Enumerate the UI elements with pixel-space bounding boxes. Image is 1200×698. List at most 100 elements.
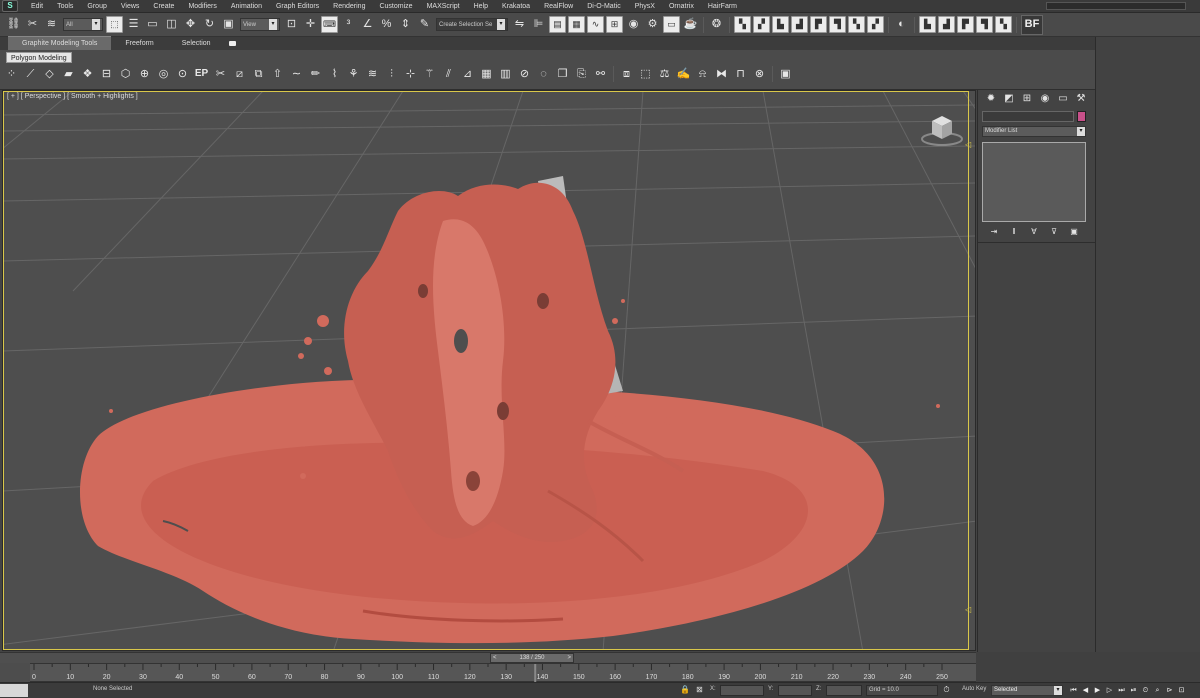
render-setup-icon[interactable]: ⚙ (644, 16, 661, 33)
tab-selection[interactable]: Selection (168, 37, 225, 50)
next-frame-arrow[interactable]: > (567, 654, 571, 662)
bell-icon[interactable]: ⍾ (695, 66, 711, 82)
auto-key-button[interactable]: Auto Key (962, 686, 986, 692)
go-to-start-icon[interactable]: ⏮ (1068, 685, 1079, 696)
ribbon-minimize-toggle[interactable] (228, 41, 236, 46)
key-filter-dropdown[interactable]: Selected ▾ (991, 685, 1063, 696)
curve-editor-icon[interactable]: ∿ (587, 16, 604, 33)
menu-di-o-matic[interactable]: Di-O-Matic (580, 0, 627, 13)
loop-icon[interactable]: ⊙ (175, 66, 191, 82)
grid-align-icon[interactable]: ▦ (479, 66, 495, 82)
plugin-tool-4-icon[interactable]: ▟ (791, 16, 808, 33)
border-mode-icon[interactable]: ◇ (42, 66, 58, 82)
maximize-viewport-icon[interactable]: ⊡ (1176, 685, 1187, 696)
menu-edit[interactable]: Edit (24, 0, 50, 13)
make-unique-icon[interactable]: ∀ (1025, 226, 1043, 238)
pin-stack-icon[interactable]: ⇥ (985, 226, 1003, 238)
copy-icon[interactable]: ❐ (555, 66, 571, 82)
select-object-icon[interactable]: ⬚ (106, 16, 123, 33)
perspective-viewport[interactable]: [ + ] [ Perspective ] [ Smooth + Highlig… (2, 90, 976, 651)
plugin-tool-6-icon[interactable]: ▜ (829, 16, 846, 33)
selection-filter-dropdown[interactable]: All ▾ (63, 18, 103, 31)
menu-create[interactable]: Create (146, 0, 181, 13)
menu-hairfarm[interactable]: HairFarm (701, 0, 744, 13)
percent-snap-icon[interactable]: % (378, 16, 395, 33)
plugin-icon[interactable]: ❂ (708, 16, 725, 33)
hide-selected-icon[interactable]: ▥ (498, 66, 514, 82)
plugin-tool-12-icon[interactable]: ▜ (976, 16, 993, 33)
object-color-swatch[interactable] (1077, 111, 1086, 122)
go-to-end-icon[interactable]: ⏭ (1116, 685, 1127, 696)
paint-connect-icon[interactable]: ✍ (676, 66, 692, 82)
plugin-tool-8-icon[interactable]: ▞ (867, 16, 884, 33)
bridge-icon[interactable]: ⊓ (733, 66, 749, 82)
track-bar[interactable]: 0 10 20 30 40 50 60 70 80 90 100 110 120 130 140 150 160… (0, 663, 976, 683)
keyboard-shortcut-icon[interactable]: ⌨ (321, 16, 338, 33)
tab-freeform[interactable]: Freeform (111, 37, 167, 50)
named-selection-dropdown[interactable]: Create Selection Se ▾ (436, 18, 508, 31)
link-icon[interactable]: ⛓ (5, 16, 22, 33)
time-slider[interactable]: < 138 / 250 > (0, 652, 976, 663)
select-by-name-icon[interactable]: ☰ (125, 16, 142, 33)
search-field[interactable] (1046, 2, 1186, 10)
make-planar-icon[interactable]: ⫽ (441, 66, 457, 82)
symmetry-icon[interactable]: ⚖ (657, 66, 673, 82)
key-mode-icon[interactable]: ⏯ (1128, 685, 1139, 696)
plugin-tool-11-icon[interactable]: ▛ (957, 16, 974, 33)
tab-graphite-modeling-tools[interactable]: Graphite Modeling Tools (8, 36, 112, 50)
viewport-label[interactable]: [ + ] [ Perspective ] [ Smooth + Highlig… (7, 93, 138, 100)
motion-tab-icon[interactable]: ◉ (1037, 92, 1053, 106)
material-editor-icon[interactable]: ◉ (625, 16, 642, 33)
time-slider-thumb[interactable]: < 138 / 250 > (490, 653, 574, 663)
rotate-icon[interactable]: ↻ (201, 16, 218, 33)
plugin-globe-icon[interactable]: ◐ (893, 16, 910, 33)
utilities-tab-icon[interactable]: ⚒ (1073, 92, 1089, 106)
menu-realflow[interactable]: RealFlow (537, 0, 580, 13)
edge-mode-icon[interactable]: ⟋ (23, 66, 39, 82)
time-config-icon[interactable]: ⏲ (1140, 685, 1151, 696)
absolute-mode-icon[interactable]: ⊠ (695, 685, 704, 695)
scale-icon[interactable]: ▣ (220, 16, 237, 33)
plugin-tool-3-icon[interactable]: ▙ (772, 16, 789, 33)
weld-icon[interactable]: ⊗ (752, 66, 768, 82)
bind-spacewarp-icon[interactable]: ≋ (43, 16, 60, 33)
attach-icon[interactable]: ⚯ (593, 66, 609, 82)
window-crossing-icon[interactable]: ◫ (163, 16, 180, 33)
snap-toggle-icon[interactable]: ³ (340, 16, 357, 33)
use-displacement-icon[interactable]: ⚚ (422, 66, 438, 82)
select-manipulate-icon[interactable]: ✛ (302, 16, 319, 33)
menu-ornatrix[interactable]: Ornatrix (662, 0, 701, 13)
layer-manager-icon[interactable]: ▤ (549, 16, 566, 33)
rendered-frame-icon[interactable]: ▭ (663, 16, 680, 33)
menu-physx[interactable]: PhysX (628, 0, 662, 13)
x-coordinate-field[interactable] (720, 685, 764, 696)
move-icon[interactable]: ✥ (182, 16, 199, 33)
bf-button[interactable]: BF (1021, 14, 1043, 35)
maxscript-listener-box[interactable] (0, 684, 28, 697)
edit-poly-button[interactable]: EP (194, 66, 210, 82)
menu-tools[interactable]: Tools (50, 0, 80, 13)
menu-krakatoa[interactable]: Krakatoa (495, 0, 537, 13)
ring-icon[interactable]: ◎ (156, 66, 172, 82)
reference-coord-dropdown[interactable]: View ▾ (240, 18, 280, 31)
menu-modifiers[interactable]: Modifiers (181, 0, 223, 13)
quickslice-icon[interactable]: ⧄ (232, 66, 248, 82)
menu-graph-editors[interactable]: Graph Editors (269, 0, 326, 13)
modify-tab-icon[interactable]: ◩ (1001, 92, 1017, 106)
swift-loop-icon[interactable]: ⧉ (251, 66, 267, 82)
y-coordinate-field[interactable] (778, 685, 812, 696)
next-frame-icon[interactable]: ▷ (1104, 685, 1115, 696)
create-tab-icon[interactable]: ✹ (983, 92, 999, 106)
unlink-icon[interactable]: ✂ (24, 16, 41, 33)
hierarchy-tab-icon[interactable]: ⊞ (1019, 92, 1035, 106)
menu-animation[interactable]: Animation (224, 0, 269, 13)
time-tag-icon[interactable]: ⏱ (942, 685, 951, 695)
preserve-uvs-icon[interactable]: ≋ (365, 66, 381, 82)
modifier-list-dropdown[interactable]: Modifier List ▾ (982, 126, 1086, 137)
menu-help[interactable]: Help (467, 0, 495, 13)
align-icon[interactable]: ⊫ (530, 16, 547, 33)
menu-rendering[interactable]: Rendering (326, 0, 372, 13)
extrude-icon[interactable]: ⇧ (270, 66, 286, 82)
display-tab-icon[interactable]: ▭ (1055, 92, 1071, 106)
plugin-tool-13-icon[interactable]: ▚ (995, 16, 1012, 33)
